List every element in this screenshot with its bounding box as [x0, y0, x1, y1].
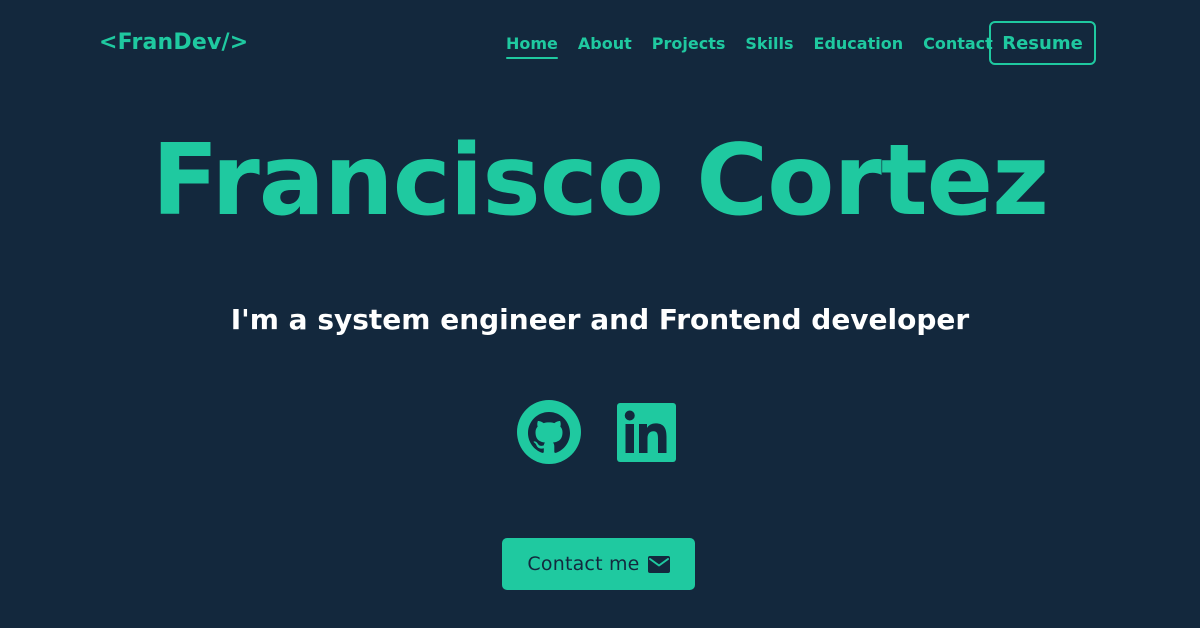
- nav-home[interactable]: Home: [506, 34, 558, 59]
- contact-me-label: Contact me: [527, 553, 640, 575]
- nav-skills[interactable]: Skills: [745, 34, 793, 59]
- contact-me-button[interactable]: Contact me: [502, 538, 695, 590]
- site-logo[interactable]: <FranDev/>: [99, 30, 248, 55]
- resume-button[interactable]: Resume: [989, 21, 1096, 65]
- linkedin-icon[interactable]: [617, 403, 676, 462]
- hero-name: Francisco Cortez: [151, 124, 1049, 238]
- nav-education[interactable]: Education: [814, 34, 904, 59]
- page: <FranDev/> Home About Projects Skills Ed…: [0, 0, 1200, 628]
- nav-about[interactable]: About: [578, 34, 632, 59]
- hero-tagline: I'm a system engineer and Frontend devel…: [230, 303, 970, 336]
- main-nav: Home About Projects Skills Education Con…: [506, 34, 993, 59]
- github-icon[interactable]: [517, 400, 581, 464]
- nav-projects[interactable]: Projects: [652, 34, 726, 59]
- mail-icon: [647, 555, 670, 573]
- nav-contact[interactable]: Contact: [923, 34, 993, 59]
